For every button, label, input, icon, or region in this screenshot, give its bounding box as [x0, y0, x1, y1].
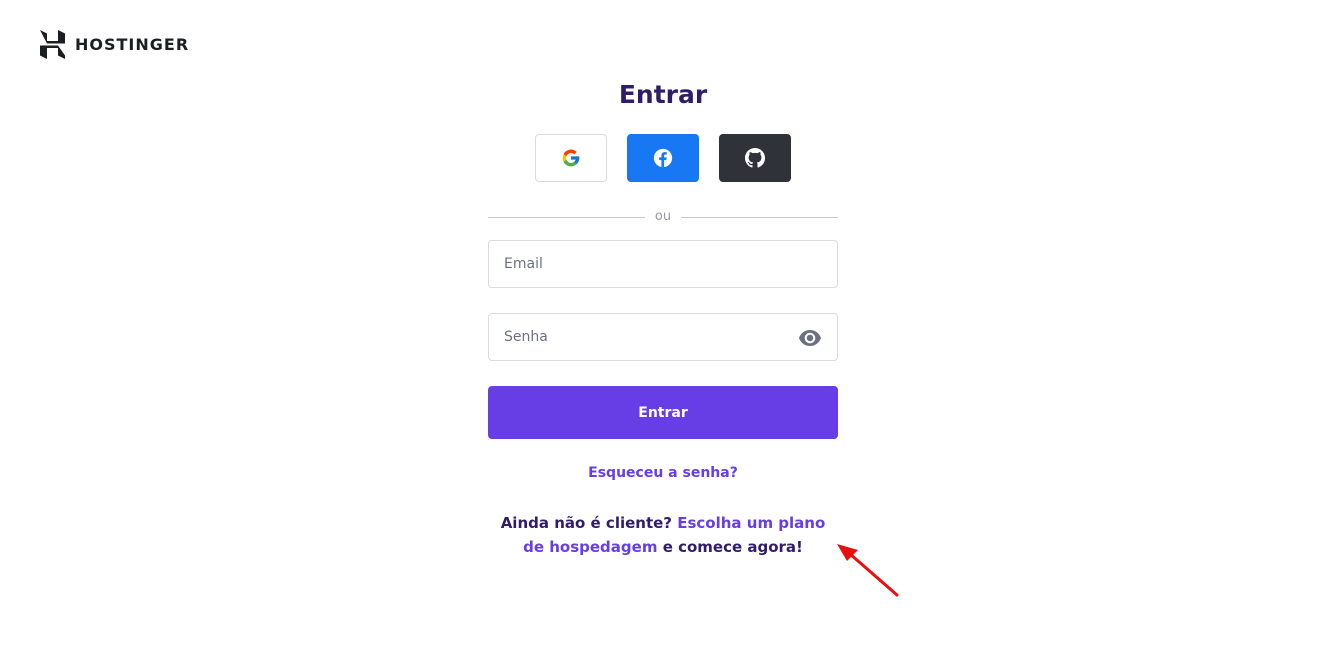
brand-name: HOSTINGER [75, 35, 190, 54]
signup-prompt: Ainda não é cliente? Escolha um plano de… [488, 511, 838, 559]
login-form: Entrar ou Email Entrar Esqueceu a senha?… [488, 78, 839, 556]
eye-icon [799, 330, 821, 346]
google-login-button[interactable] [535, 134, 607, 182]
google-icon [562, 149, 580, 167]
password-field-wrapper [488, 313, 838, 361]
signup-prefix: Ainda não é cliente? [500, 514, 672, 532]
or-divider: ou [488, 208, 839, 226]
divider-line-left [488, 216, 645, 218]
signup-suffix: e comece agora! [662, 538, 803, 556]
email-field[interactable] [489, 241, 837, 287]
social-login-group [535, 134, 791, 182]
show-password-toggle[interactable] [798, 327, 822, 349]
hostinger-logo-icon [40, 30, 65, 59]
login-submit-button[interactable]: Entrar [488, 386, 838, 439]
github-login-button[interactable] [719, 134, 791, 182]
login-page: HOSTINGER Entrar ou Email Entrar Esquece… [0, 0, 1325, 658]
facebook-login-button[interactable] [627, 134, 699, 182]
email-field-wrapper [488, 240, 838, 288]
github-icon [745, 148, 765, 168]
divider-line-right [681, 216, 839, 218]
password-field[interactable] [489, 314, 837, 360]
page-title: Entrar [618, 80, 708, 109]
forgot-password-row: Esqueceu a senha? [488, 464, 838, 482]
annotation-arrow-icon [837, 544, 899, 597]
forgot-password-link[interactable]: Esqueceu a senha? [588, 465, 738, 481]
divider-text: ou [654, 209, 672, 224]
brand-logo[interactable]: HOSTINGER [40, 30, 189, 59]
facebook-icon [653, 148, 673, 168]
